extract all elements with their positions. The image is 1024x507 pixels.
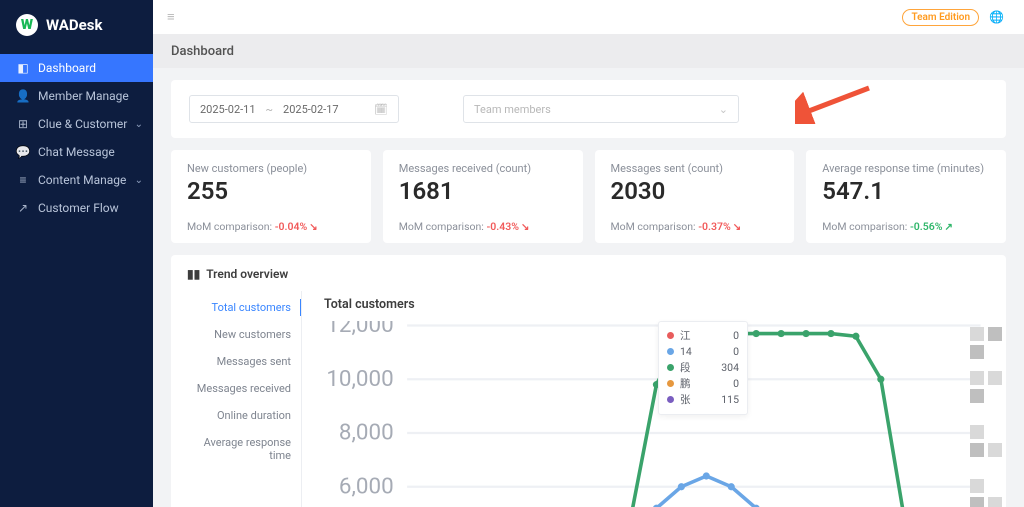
stat-mom: MoM comparison: -0.37%↘ [611,220,779,233]
legend-row: 140 [667,344,739,360]
stat-card-messages-sent: Messages sent (count) 2030 MoM compariso… [595,150,795,243]
chart-title: Total customers [318,291,990,318]
stat-mom: MoM comparison: -0.56%↗ [822,220,990,233]
trend-down-icon: ↘ [733,222,741,233]
bar-chart-icon: ▮▮ [187,267,200,281]
trend-title: ▮▮ Trend overview [171,267,1006,291]
stat-value: 2030 [611,177,779,206]
team-member-select[interactable]: Team members ⌄ [463,95,739,123]
trend-tab-new-customers[interactable]: New customers [171,326,301,343]
chart-area: Total customers 2,0004,0006,0008,00010,0… [301,291,1006,507]
legend-dot-icon [667,332,674,339]
sidebar-nav: ◧ Dashboard 👤 Member Manage ⊞ Clue & Cus… [0,50,153,222]
trend-down-icon: ↘ [521,222,529,233]
legend-dot-icon [667,348,674,355]
chevron-down-icon: ⌄ [135,175,143,186]
svg-text:10,000: 10,000 [326,366,393,392]
date-separator: ~ [266,103,273,116]
svg-text:12,000: 12,000 [326,321,393,338]
legend-dot-icon [667,364,674,371]
trend-tab-online-duration[interactable]: Online duration [171,407,301,424]
topbar: ≡ Team Edition 🌐 [153,0,1024,34]
legend-row: 段304 [667,360,739,376]
sidebar-item-label: Chat Message [38,145,115,159]
sidebar-item-clue-customer[interactable]: ⊞ Clue & Customer ⌄ [0,110,153,138]
chat-icon: 💬 [16,145,30,159]
team-edition-badge: Team Edition [902,9,979,26]
trend-down-icon: ↘ [309,222,317,233]
stat-card-new-customers: New customers (people) 255 MoM compariso… [171,150,371,243]
clue-icon: ⊞ [16,117,30,131]
filter-panel: 2025-02-11 ~ 2025-02-17 🗓 Team members ⌄ [171,80,1006,138]
trend-tab-messages-received[interactable]: Messages received [171,380,301,397]
stat-card-messages-received: Messages received (count) 1681 MoM compa… [383,150,583,243]
sidebar-item-label: Clue & Customer [38,117,127,131]
stat-label: Average response time (minutes) [822,162,990,175]
trend-panel: ▮▮ Trend overview Total customers New cu… [171,255,1006,507]
date-from: 2025-02-11 [200,103,256,116]
legend-dot-icon [667,396,674,403]
svg-text:8,000: 8,000 [339,420,394,446]
legend-row: 鹏0 [667,376,739,392]
trend-up-icon: ↗ [945,222,953,233]
annotation-arrow [803,94,873,124]
app-logo: W WADesk [0,0,153,50]
legend-row: 张115 [667,392,739,408]
series-legend-redacted [970,327,1002,507]
language-icon[interactable]: 🌐 [989,10,1004,24]
main: ≡ Team Edition 🌐 Dashboard 2025-02-11 ~ … [153,0,1024,507]
stat-label: Messages sent (count) [611,162,779,175]
stat-value: 255 [187,177,355,206]
trend-tabs: Total customers New customers Messages s… [171,291,301,507]
legend-row: 江0 [667,328,739,344]
svg-text:6,000: 6,000 [339,473,394,499]
flow-icon: ↗ [16,201,30,215]
stat-value: 1681 [399,177,567,206]
stat-value: 547.1 [822,177,990,206]
dashboard-icon: ◧ [16,61,30,75]
sidebar-item-customer-flow[interactable]: ↗ Customer Flow [0,194,153,222]
sidebar: W WADesk ◧ Dashboard 👤 Member Manage ⊞ C… [0,0,153,507]
date-range-picker[interactable]: 2025-02-11 ~ 2025-02-17 🗓 [189,95,399,123]
trend-tab-messages-sent[interactable]: Messages sent [171,353,301,370]
stat-label: Messages received (count) [399,162,567,175]
sidebar-item-label: Customer Flow [38,201,119,215]
chevron-down-icon: ⌄ [135,119,143,130]
stat-label: New customers (people) [187,162,355,175]
stat-mom: MoM comparison: -0.04%↘ [187,220,355,233]
sidebar-item-label: Member Manage [38,89,129,103]
legend-dot-icon [667,380,674,387]
content-icon: ≡ [16,173,30,187]
sidebar-item-label: Content Manage [38,173,126,187]
chevron-down-icon: ⌄ [719,103,728,116]
stat-card-avg-response-time: Average response time (minutes) 547.1 Mo… [806,150,1006,243]
sidebar-item-label: Dashboard [38,61,96,75]
app-logo-mark: W [16,14,38,36]
sidebar-item-member-manage[interactable]: 👤 Member Manage [0,82,153,110]
date-to: 2025-02-17 [283,103,339,116]
team-member-placeholder: Team members [474,103,551,116]
chart-legend-box: 江0 140 段304 鹏0 张115 [658,321,748,415]
stat-mom: MoM comparison: -0.43%↘ [399,220,567,233]
trend-tab-avg-response-time[interactable]: Average response time [171,434,301,464]
sidebar-item-chat-message[interactable]: 💬 Chat Message [0,138,153,166]
app-name: WADesk [46,16,102,34]
member-icon: 👤 [16,89,30,103]
trend-tab-total-customers[interactable]: Total customers [171,299,301,316]
sidebar-item-dashboard[interactable]: ◧ Dashboard [0,54,153,82]
stat-cards: New customers (people) 255 MoM compariso… [171,150,1006,243]
sidebar-item-content-manage[interactable]: ≡ Content Manage ⌄ [0,166,153,194]
page-title: Dashboard [153,34,1024,68]
collapse-sidebar-icon[interactable]: ≡ [167,9,175,25]
calendar-icon: 🗓 [374,103,388,116]
content-area: 2025-02-11 ~ 2025-02-17 🗓 Team members ⌄ [153,68,1024,507]
